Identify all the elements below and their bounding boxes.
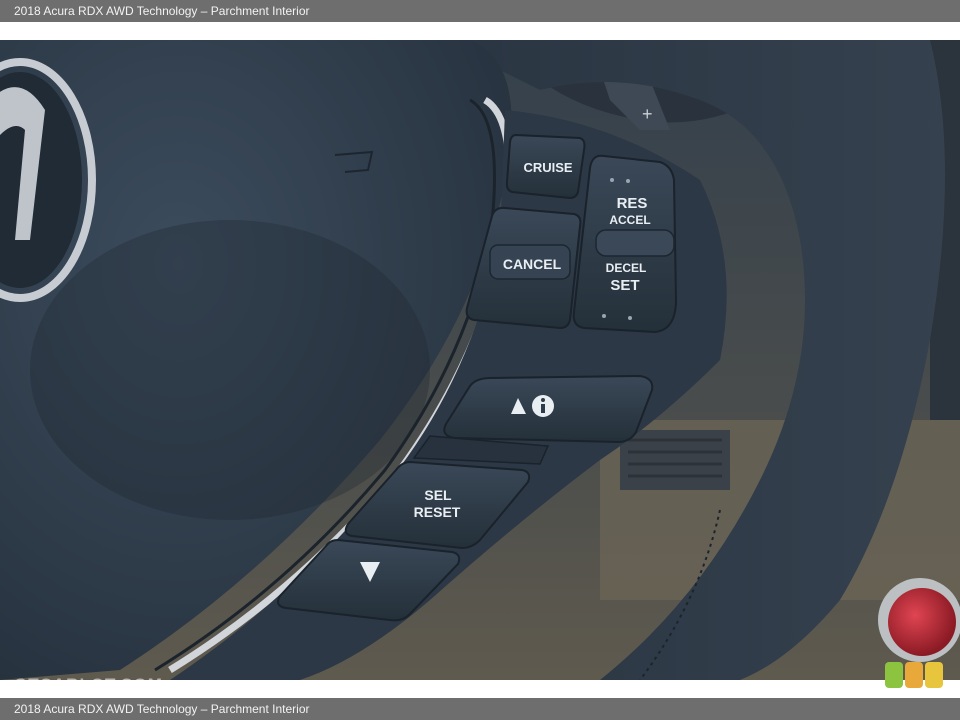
reset-label: RESET [414,504,461,520]
set-label: SET [610,277,639,294]
engine-start-button [888,588,956,656]
top-caption-bar: 2018 Acura RDX AWD Technology – Parchmen… [0,0,960,22]
info-up-button[interactable] [443,374,654,444]
hub-shadow [30,220,430,520]
cancel-label: CANCEL [503,256,562,272]
bottom-caption: 2018 Acura RDX AWD Technology – Parchmen… [14,702,310,716]
res-decel-rocker-button[interactable]: RES ACCEL DECEL SET [572,154,678,334]
photo-illustration: + CRUISE CANCEL RES ACCEL DECEL SET SEL … [0,40,960,680]
res-label: RES [617,195,648,212]
site-logo-icon [885,662,943,688]
cruise-label: CRUISE [523,160,572,175]
decel-label: DECEL [606,261,647,275]
accel-label: ACCEL [609,213,650,227]
top-caption: 2018 Acura RDX AWD Technology – Parchmen… [14,4,310,18]
paddle-plus-icon: + [642,104,653,124]
steering-wheel-photo: + CRUISE CANCEL RES ACCEL DECEL SET SEL … [0,40,960,680]
bottom-caption-bar: 2018 Acura RDX AWD Technology – Parchmen… [0,698,960,720]
sel-label: SEL [424,487,452,503]
watermark: GTCARLOT.COM [14,675,163,694]
cruise-button[interactable]: CRUISE [505,133,586,200]
